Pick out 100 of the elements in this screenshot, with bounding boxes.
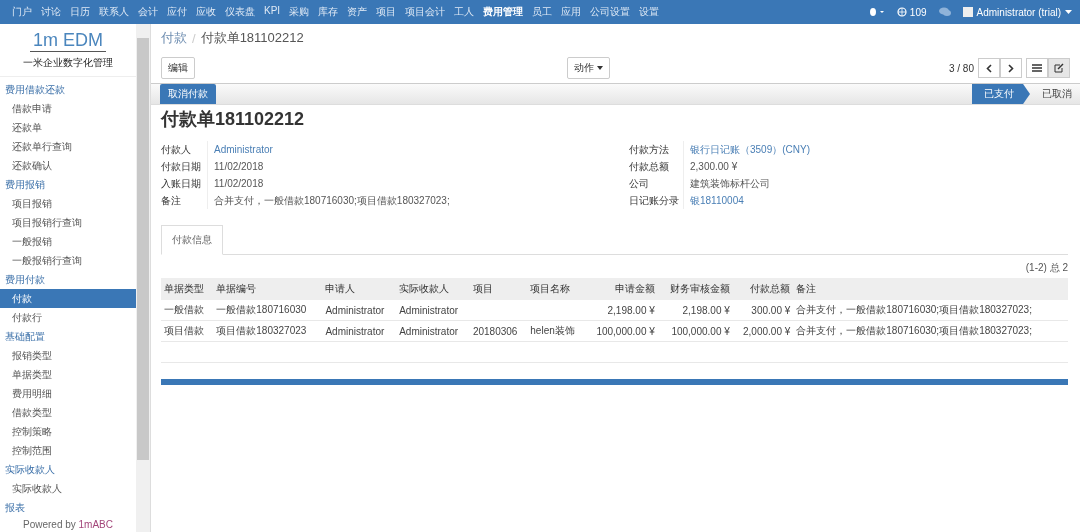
scrollbar[interactable] bbox=[136, 24, 150, 532]
caret-icon bbox=[597, 66, 603, 70]
table-cell: 合并支付，一般借款180716030;项目借款180327023; bbox=[793, 300, 1068, 321]
top-menu-item[interactable]: 门户 bbox=[12, 5, 32, 19]
sidebar-item[interactable]: 实际收款人 bbox=[0, 479, 136, 498]
logo-subtitle: 一米企业数字化管理 bbox=[23, 56, 113, 70]
cancel-payment-button[interactable]: 取消付款 bbox=[160, 84, 216, 104]
table-cell: 2,000.00 ¥ bbox=[732, 320, 794, 342]
globe-icon bbox=[896, 7, 907, 17]
sidebar-heading: 费用付款 bbox=[4, 273, 46, 287]
top-menu-item[interactable]: 库存 bbox=[318, 5, 339, 19]
top-menu-item[interactable]: 采购 bbox=[289, 5, 310, 19]
table-cell: 项目借款 bbox=[161, 320, 214, 342]
top-menu-item[interactable]: 会计 bbox=[138, 5, 158, 19]
table-cell: 2,198.00 ¥ bbox=[657, 300, 733, 321]
top-menu-item[interactable]: 设置 bbox=[639, 5, 660, 19]
messages-button[interactable]: 109 bbox=[896, 6, 927, 18]
sidebar-item[interactable]: 报销类型 bbox=[0, 346, 136, 365]
sidebar-item[interactable]: 还款单行查询 bbox=[0, 137, 136, 156]
sidebar-item[interactable]: 控制策略 bbox=[0, 422, 136, 441]
column-header: 单据类型 bbox=[161, 278, 214, 300]
sidebar-item[interactable]: 一般报销 bbox=[0, 232, 136, 251]
sidebar-item[interactable]: 费用明细 bbox=[0, 384, 136, 403]
field-value: 建筑装饰标杆公司 bbox=[689, 176, 770, 191]
top-menu-item[interactable]: 应收 bbox=[196, 5, 216, 19]
status-stage[interactable]: 已取消 bbox=[1030, 84, 1080, 104]
status-stage[interactable]: 已支付 bbox=[972, 84, 1030, 104]
column-header: 项目 bbox=[469, 278, 528, 300]
table-cell: 100,000.00 ¥ bbox=[584, 320, 658, 342]
breadcrumb-link[interactable]: 付款 bbox=[161, 29, 187, 47]
table-cell: Administrator bbox=[396, 300, 470, 321]
top-menu-item[interactable]: 应付 bbox=[167, 5, 187, 19]
chat-icon[interactable] bbox=[938, 7, 951, 17]
sidebar-heading: 实际收款人 bbox=[4, 463, 56, 477]
sidebar-item[interactable]: 还款单 bbox=[0, 118, 136, 137]
sidebar-item[interactable]: 付款 bbox=[0, 289, 136, 308]
record-count: (1-2) 总 2 bbox=[1024, 261, 1068, 275]
notebook-tab[interactable]: 付款信息 bbox=[161, 225, 223, 255]
sidebar-heading: 费用报销 bbox=[4, 178, 46, 192]
column-header: 项目名称 bbox=[527, 278, 585, 300]
table-cell: 一般借款180716030 bbox=[213, 300, 323, 321]
field-label: 备注 bbox=[161, 192, 208, 209]
table-cell: 项目借款180327023 bbox=[213, 320, 323, 342]
field-value: 合并支付，一般借款180716030;项目借款180327023; bbox=[213, 193, 450, 208]
sidebar-item[interactable]: 单据类型 bbox=[0, 365, 136, 384]
column-header: 申请金额 bbox=[584, 278, 658, 300]
top-menu-item[interactable]: 费用管理 bbox=[483, 5, 524, 19]
user-menu[interactable]: Administrator (trial) bbox=[962, 6, 1072, 18]
field-label: 付款总额 bbox=[629, 158, 684, 175]
column-header: 财务审核金额 bbox=[657, 278, 733, 300]
top-menu-item[interactable]: 项目 bbox=[376, 5, 397, 19]
table-cell: helen装饰 bbox=[527, 320, 585, 342]
sidebar-heading: 费用借款还款 bbox=[4, 83, 66, 97]
field-link[interactable]: Administrator bbox=[208, 144, 273, 155]
sidebar-item[interactable]: 还款确认 bbox=[0, 156, 136, 175]
field-value: 11/02/2018 bbox=[213, 178, 264, 189]
table-cell: 2,198.00 ¥ bbox=[584, 300, 658, 321]
top-menu-item[interactable]: 资产 bbox=[347, 5, 368, 19]
sidebar-item[interactable]: 借款类型 bbox=[0, 403, 136, 422]
table-cell: 300.00 ¥ bbox=[732, 300, 794, 321]
top-menu-item[interactable]: 仪表盘 bbox=[225, 5, 255, 19]
sidebar-item[interactable]: 项目报销行查询 bbox=[0, 213, 136, 232]
form-view-button[interactable] bbox=[1048, 58, 1070, 78]
field-label: 付款方法 bbox=[629, 141, 684, 158]
sidebar-item[interactable]: 一般报销行查询 bbox=[0, 251, 136, 270]
sidebar-item[interactable]: 项目报销 bbox=[0, 194, 136, 213]
field-label: 日记账分录 bbox=[629, 192, 684, 209]
sidebar-heading: 基础配置 bbox=[4, 330, 46, 344]
top-menu-item[interactable]: 应用 bbox=[561, 5, 582, 19]
field-value: 2,300.00 ¥ bbox=[689, 161, 738, 172]
top-menu-item[interactable]: 工人 bbox=[454, 5, 475, 19]
next-button[interactable] bbox=[1000, 58, 1022, 78]
top-menu-item[interactable]: 联系人 bbox=[99, 5, 129, 19]
action-dropdown[interactable]: 动作 bbox=[567, 57, 610, 79]
logo-title: 1m EDM bbox=[30, 30, 106, 52]
chevron-left-icon bbox=[986, 63, 992, 73]
breadcrumb-current: 付款单181102212 bbox=[200, 29, 304, 47]
table-cell: 合并支付，一般借款180716030;项目借款180327023; bbox=[793, 320, 1068, 342]
column-header: 付款总额 bbox=[732, 278, 794, 300]
top-menu-item[interactable]: 公司设置 bbox=[590, 5, 631, 19]
top-menu-item[interactable]: 讨论 bbox=[41, 5, 61, 19]
field-link[interactable]: 银行日记账（3509）(CNY) bbox=[684, 142, 811, 157]
previous-button[interactable] bbox=[978, 58, 1000, 78]
top-menu-item[interactable]: 日历 bbox=[70, 5, 90, 19]
table-cell: 20180306 bbox=[469, 320, 528, 342]
sidebar-item[interactable]: 借款申请 bbox=[0, 99, 136, 118]
chevron-right-icon bbox=[1008, 63, 1014, 73]
caret-icon bbox=[1065, 10, 1072, 14]
sidebar-item[interactable]: 付款行 bbox=[0, 308, 136, 327]
top-menu-item[interactable]: 员工 bbox=[532, 5, 553, 19]
sidebar-heading: 报表 bbox=[4, 501, 26, 515]
sidebar-item[interactable]: 控制范围 bbox=[0, 441, 136, 460]
list-view-button[interactable] bbox=[1026, 58, 1048, 78]
top-menu-item[interactable]: KPI bbox=[264, 5, 281, 19]
avatar-icon bbox=[962, 7, 973, 17]
top-menu-item[interactable]: 项目会计 bbox=[405, 5, 446, 19]
field-link[interactable]: 银18110004 bbox=[684, 193, 744, 208]
table-cell: 100,000.00 ¥ bbox=[657, 320, 733, 342]
field-label: 付款人 bbox=[161, 141, 208, 158]
edit-button[interactable]: 编辑 bbox=[161, 57, 195, 79]
